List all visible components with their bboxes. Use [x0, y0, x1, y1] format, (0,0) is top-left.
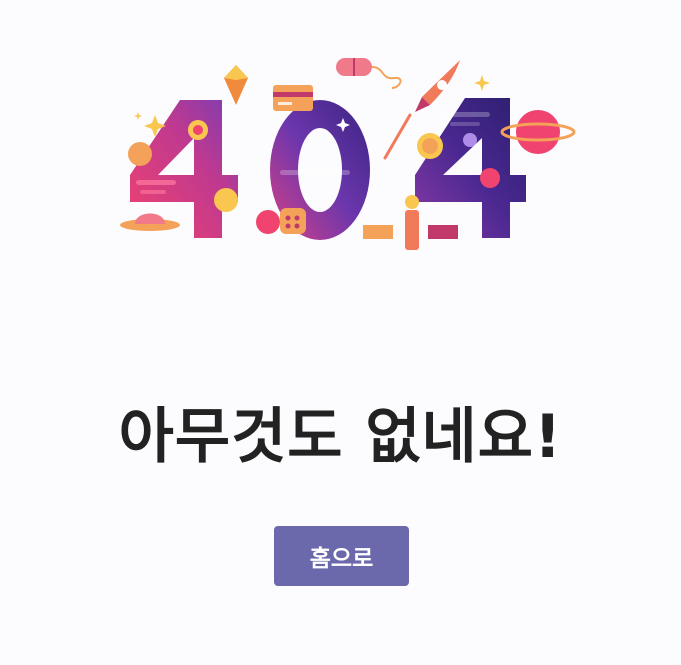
digit-four-right	[415, 98, 526, 238]
gamepad-icon	[256, 208, 306, 234]
satellite-icon	[363, 195, 458, 250]
404-illustration	[120, 58, 576, 250]
coin-icon	[417, 133, 443, 159]
crystal-icon	[224, 65, 248, 105]
planet-icon	[500, 110, 576, 154]
home-button[interactable]: 홈으로	[274, 526, 409, 586]
comet-icon	[383, 113, 412, 160]
rocket-icon	[415, 60, 460, 112]
page-heading: 아무것도 없네요!	[118, 402, 563, 472]
ufo-icon	[120, 213, 180, 231]
mouse-icon	[336, 58, 402, 89]
not-found-page: 아무것도 없네요! 홈으로	[0, 0, 681, 665]
card-icon	[273, 85, 313, 111]
